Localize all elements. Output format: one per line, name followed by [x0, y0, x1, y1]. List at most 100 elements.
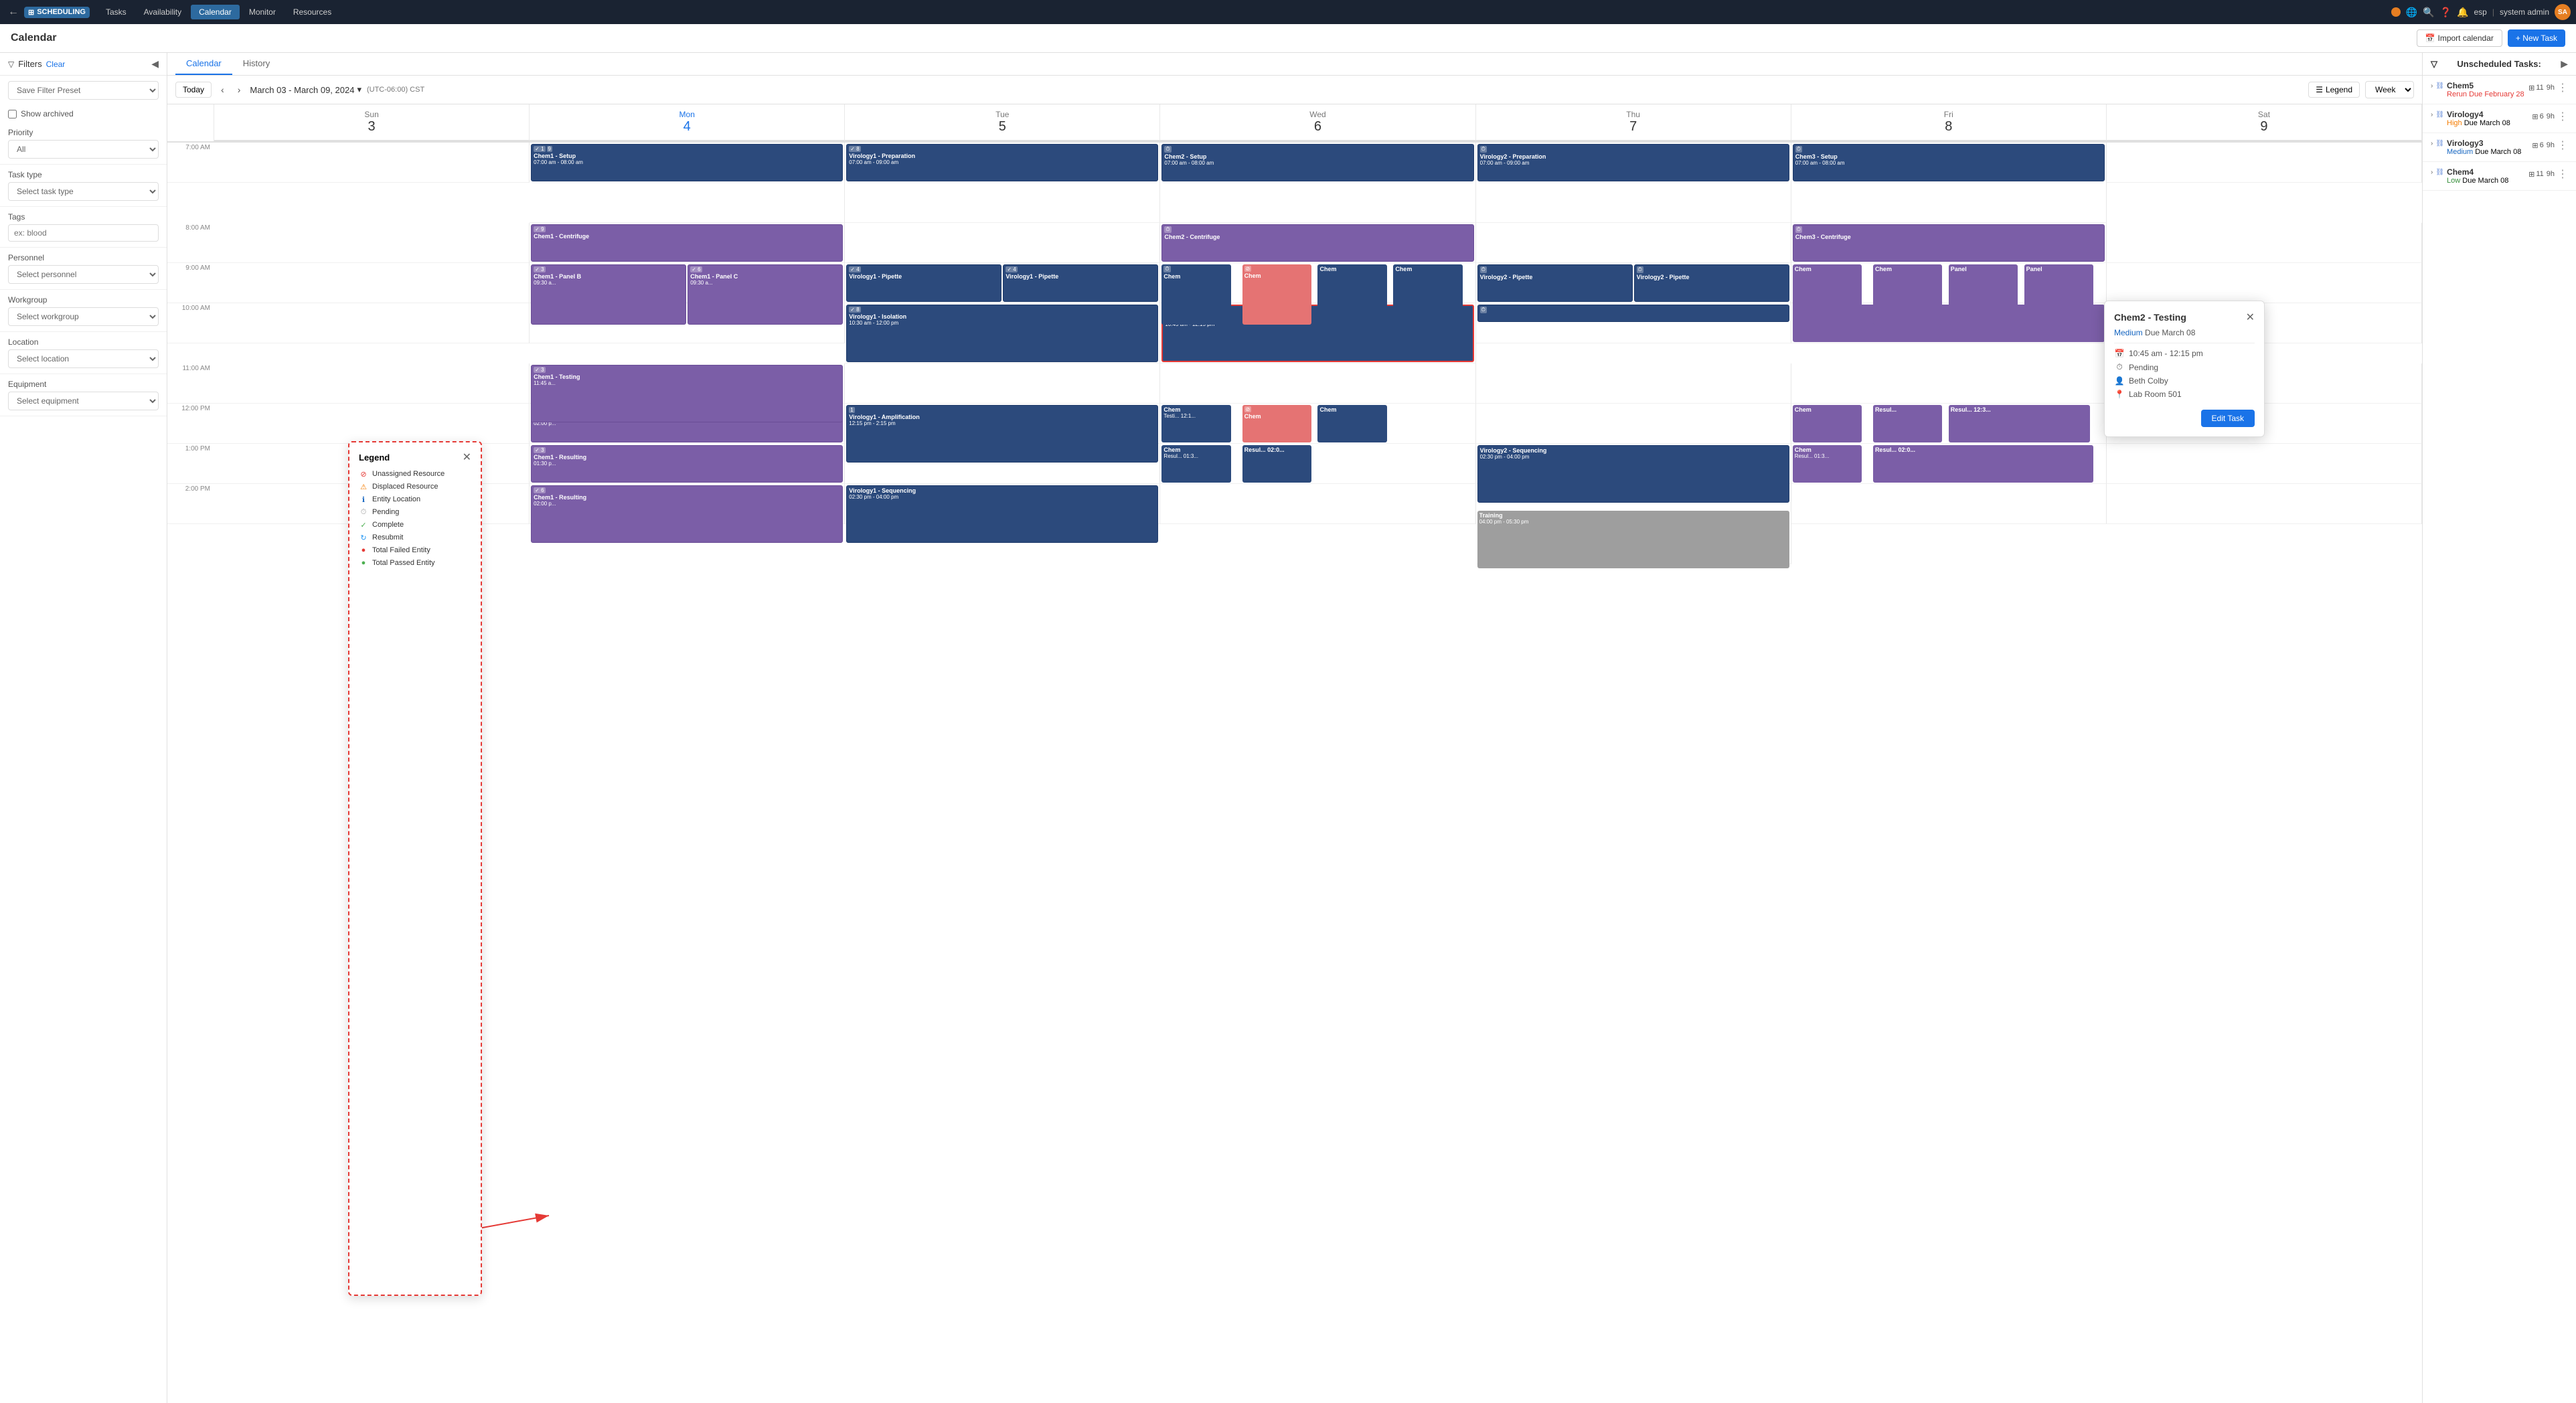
tab-calendar[interactable]: Calendar — [175, 53, 232, 75]
slot-fri-12pm[interactable]: Chem Resul... Resul... 12:3... — [1791, 404, 2107, 444]
event-chem2-setup[interactable]: ⏱ Chem2 - Setup 07:00 am - 08:00 am — [1161, 144, 1473, 181]
slot-thu-12pm[interactable] — [1476, 404, 1791, 444]
event-chem-fri-12c[interactable]: Resul... 12:3... — [1949, 405, 2091, 442]
bell-icon[interactable]: 🔔 — [2457, 7, 2468, 18]
nav-tab-tasks[interactable]: Tasks — [98, 5, 135, 19]
event-virology1-prep[interactable]: ✓ 8 Virology1 - Preparation 07:00 am - 0… — [846, 144, 1158, 181]
slot-thu-10am[interactable]: ⏱ — [1476, 303, 1791, 343]
slot-tue-8am[interactable] — [845, 223, 1160, 263]
tags-input[interactable] — [8, 224, 159, 242]
slot-sun-8am[interactable] — [214, 223, 530, 263]
expand-virology4[interactable]: › — [2431, 111, 2433, 118]
event-training[interactable]: Training 04:00 pm - 05:30 pm — [1477, 511, 1789, 568]
slot-thu-8am[interactable] — [1476, 223, 1791, 263]
event-chem-fri-9b[interactable]: Chem — [1873, 264, 1942, 325]
slot-wed-8am[interactable]: ⏱ Chem2 - Centrifuge — [1160, 223, 1475, 263]
chem4-more-button[interactable]: ⋮ — [2557, 167, 2568, 181]
slot-sun-9am[interactable] — [214, 263, 530, 303]
event-virology1-isolation[interactable]: ✓ 8 Virology1 - Isolation 10:30 am - 12:… — [846, 305, 1158, 362]
event-virology2-pipette1[interactable]: ⏱ Virology2 - Pipette — [1477, 264, 1633, 302]
slot-wed-1pm[interactable]: Chem Resul... 01:3... Resul... 02:0... — [1160, 444, 1475, 484]
import-calendar-button[interactable]: 📅 Import calendar — [2417, 29, 2502, 47]
slot-sun-12pm[interactable] — [214, 404, 530, 444]
event-virology2-prep[interactable]: ⏱ Virology2 - Preparation 07:00 am - 09:… — [1477, 144, 1789, 181]
slot-sat-1pm[interactable] — [2107, 444, 2422, 484]
slot-sun-11am[interactable] — [214, 363, 530, 404]
event-chem-thu-10[interactable]: ⏱ — [1477, 305, 1789, 322]
event-chem1-panelb[interactable]: ✓ 3 Chem1 - Panel B 09:30 a... — [531, 264, 686, 325]
slot-sat-2pm[interactable] — [2107, 484, 2422, 524]
priority-select[interactable]: All — [8, 140, 159, 159]
event-virology2-pipette2[interactable]: ⏱ Virology2 - Pipette — [1634, 264, 1789, 302]
slot-fri-8am[interactable]: ⏱ Chem3 - Centrifuge — [1791, 223, 2107, 263]
slot-tue-11am[interactable] — [845, 363, 1160, 404]
event-chem1-resulting2[interactable]: ✓ 6 Chem1 - Resulting 02:00 p... — [531, 485, 843, 543]
sidebar-collapse-button[interactable]: ◀ — [151, 58, 159, 70]
slot-sat-8am[interactable] — [2107, 223, 2422, 263]
back-button[interactable]: ← — [5, 3, 21, 21]
event-virology1-pipette1[interactable]: ✓ 4 Virology1 - Pipette — [846, 264, 1001, 302]
event-chem-fri-9a[interactable]: Chem — [1793, 264, 1862, 325]
event-chem1-resulting[interactable]: ✓ 3 Chem1 - Resulting 01:30 p... — [531, 445, 843, 483]
slot-mon-1pm[interactable]: ✓ 3 Chem1 - Resulting 01:30 p... — [530, 444, 845, 484]
next-week-button[interactable]: › — [234, 83, 245, 96]
slot-tue-12pm[interactable]: 1 Virology1 - Amplification 12:15 pm - 2… — [845, 404, 1160, 444]
slot-mon-2pm[interactable]: ✓ 6 Chem1 - Resulting 02:00 p... — [530, 484, 845, 524]
task-type-select[interactable]: Select task type — [8, 182, 159, 201]
slot-wed-2pm[interactable] — [1160, 484, 1475, 524]
event-chem2-centrifuge[interactable]: ⏱ Chem2 - Centrifuge — [1161, 224, 1473, 262]
event-chem3-setup[interactable]: ⏱ Chem3 - Setup 07:00 am - 08:00 am — [1793, 144, 2105, 181]
nav-tab-resources[interactable]: Resources — [285, 5, 339, 19]
event-chem-fri-12a[interactable]: Chem — [1793, 405, 1862, 442]
slot-sat-9am[interactable] — [2107, 263, 2422, 303]
slot-thu-1pm[interactable]: Virology2 - Sequencing 02:30 pm - 04:00 … — [1476, 444, 1791, 484]
tab-history[interactable]: History — [232, 53, 280, 75]
prev-week-button[interactable]: ‹ — [217, 83, 228, 96]
event-chem1-testing[interactable]: ✓ 3 Chem1 - Testing 11:45 a... — [531, 365, 843, 422]
event-chem-fri-9c[interactable]: Panel — [1949, 264, 2018, 325]
slot-thu-9am[interactable]: ⏱ Virology2 - Pipette ⏱ Virology2 - Pipe… — [1476, 263, 1791, 303]
event-chem1-setup[interactable]: ✓ 1 9 Chem1 - Setup 07:00 am - 08:00 am — [531, 144, 843, 181]
event-chem-fri-12b[interactable]: Resul... — [1873, 405, 1942, 442]
slot-thu-7am[interactable]: ⏱ Virology2 - Preparation 07:00 am - 09:… — [1476, 143, 1791, 223]
calendar-scroll[interactable]: Sun 3 Mon 4 Tue 5 Wed 6 — [167, 104, 2422, 1403]
filter-preset-select[interactable]: Save Filter Preset — [8, 81, 159, 100]
slot-tue-7am[interactable]: ✓ 8 Virology1 - Preparation 07:00 am - 0… — [845, 143, 1160, 223]
expand-chem4[interactable]: › — [2431, 169, 2433, 176]
slot-sat-7am[interactable] — [2107, 143, 2422, 183]
event-chem-fri-1b[interactable]: Resul... 02:0... — [1873, 445, 2093, 483]
event-chem1-centrifuge[interactable]: ✓ 9 Chem1 - Centrifuge — [531, 224, 843, 262]
slot-wed-12pm[interactable]: Chem Testi... 12:1... ⊘ Chem Chem — [1160, 404, 1475, 444]
slot-tue-10am[interactable]: ✓ 8 Virology1 - Isolation 10:30 am - 12:… — [845, 303, 1160, 363]
chem5-more-button[interactable]: ⋮ — [2557, 81, 2568, 94]
slot-tue-1pm[interactable] — [845, 444, 1160, 484]
event-virology1-sequencing[interactable]: Virology1 - Sequencing 02:30 pm - 04:00 … — [846, 485, 1158, 543]
slot-fri-1pm[interactable]: Chem Resul... 01:3... Resul... 02:0... — [1791, 444, 2107, 484]
search-icon[interactable]: 🔍 — [2423, 7, 2434, 18]
nav-tab-availability[interactable]: Availability — [136, 5, 189, 19]
slot-mon-7am[interactable]: ✓ 1 9 Chem1 - Setup 07:00 am - 08:00 am — [530, 143, 845, 223]
slot-fri-9am[interactable]: Chem Chem Panel Panel — [1791, 263, 2107, 303]
event-chem-wed-12a[interactable]: Chem Testi... 12:1... — [1161, 405, 1230, 442]
location-select[interactable]: Select location — [8, 349, 159, 368]
slot-fri-7am[interactable]: ⏱ Chem3 - Setup 07:00 am - 08:00 am — [1791, 143, 2107, 223]
slot-sun-10am[interactable] — [214, 303, 530, 343]
slot-sun-7am[interactable] — [214, 143, 530, 183]
virology4-more-button[interactable]: ⋮ — [2557, 110, 2568, 123]
collapse-right-button[interactable]: ▶ — [2561, 58, 2568, 70]
slot-mon-11am[interactable]: ✓ 3 Chem1 - Testing 11:45 a... — [530, 363, 845, 404]
event-chem-wed-12c[interactable]: Chem — [1317, 405, 1386, 442]
event-chem-wed-9a[interactable]: ⏱ Chem — [1161, 264, 1230, 325]
popup-close-button[interactable]: ✕ — [2246, 311, 2255, 324]
view-select[interactable]: Week — [2365, 81, 2414, 98]
clear-filters-link[interactable]: Clear — [46, 60, 66, 69]
virology3-more-button[interactable]: ⋮ — [2557, 139, 2568, 152]
date-range[interactable]: March 03 - March 09, 2024 ▾ — [250, 84, 361, 95]
slot-thu-11am[interactable] — [1476, 363, 1791, 404]
nav-tab-monitor[interactable]: Monitor — [241, 5, 284, 19]
event-chem-wed-1a[interactable]: Chem Resul... 01:3... — [1161, 445, 1230, 483]
legend-close-button[interactable]: ✕ — [463, 450, 471, 464]
event-chem-wed-12b[interactable]: ⊘ Chem — [1242, 405, 1311, 442]
event-chem2-wed-9b[interactable]: ⊘ Chem — [1242, 264, 1311, 325]
slot-tue-2pm[interactable]: Virology1 - Sequencing 02:30 pm - 04:00 … — [845, 484, 1160, 524]
